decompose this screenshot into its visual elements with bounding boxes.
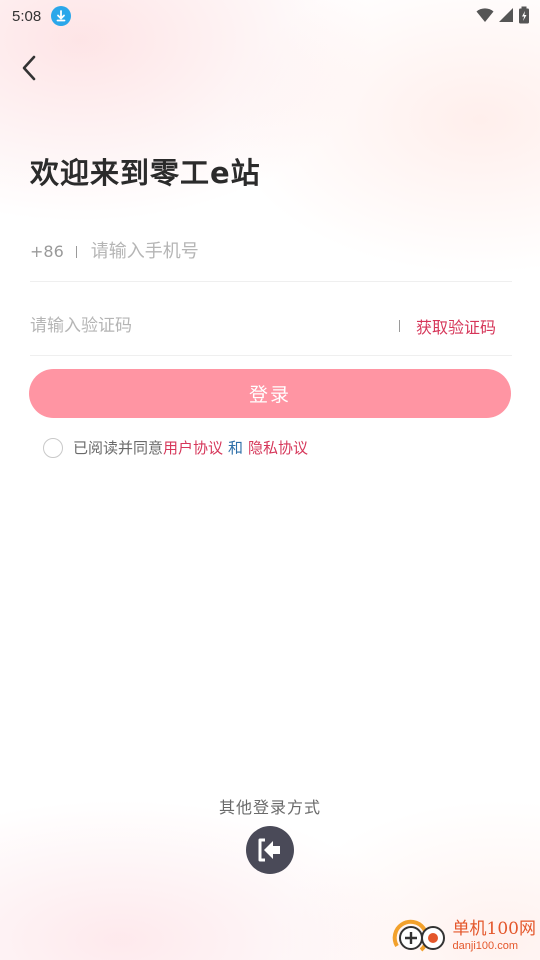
verification-code-input[interactable] xyxy=(30,315,399,336)
phone-row: +86 xyxy=(30,222,512,282)
agreement-row: 已阅读并同意 用户协议 和 隐私协议 xyxy=(43,437,308,458)
page-title: 欢迎来到零工e站 xyxy=(30,156,261,190)
wifi-icon xyxy=(476,7,494,27)
status-icons xyxy=(476,6,530,28)
watermark-url: danji100.com xyxy=(452,939,518,952)
divider xyxy=(75,245,77,258)
agreement-and: 和 xyxy=(228,439,244,457)
other-login-label: 其他登录方式 xyxy=(218,798,321,817)
watermark: 单机100网 danji100.com xyxy=(391,916,536,956)
login-arrow-icon xyxy=(258,838,280,862)
download-notification-icon xyxy=(51,6,72,26)
signal-icon xyxy=(498,7,514,27)
status-bar: 5:08 xyxy=(0,0,540,32)
watermark-name: 单机100网 xyxy=(452,918,536,939)
back-button[interactable] xyxy=(14,52,44,84)
phone-input[interactable] xyxy=(90,241,512,262)
divider xyxy=(398,319,400,332)
get-code-button[interactable]: 获取验证码 xyxy=(416,314,512,338)
privacy-policy-link[interactable]: 隐私协议 xyxy=(248,437,308,458)
login-button[interactable]: 登录 xyxy=(29,369,511,418)
country-code[interactable]: +86 xyxy=(30,242,64,261)
chevron-left-icon xyxy=(22,55,36,81)
status-time: 5:08 xyxy=(12,7,42,25)
agreement-prefix: 已阅读并同意 xyxy=(73,439,164,457)
other-login-button[interactable] xyxy=(246,826,294,874)
user-agreement-link[interactable]: 用户协议 xyxy=(163,437,223,458)
agree-checkbox[interactable] xyxy=(43,437,63,458)
battery-icon xyxy=(518,6,530,28)
code-row: 获取验证码 xyxy=(30,296,512,356)
watermark-logo xyxy=(391,916,451,956)
